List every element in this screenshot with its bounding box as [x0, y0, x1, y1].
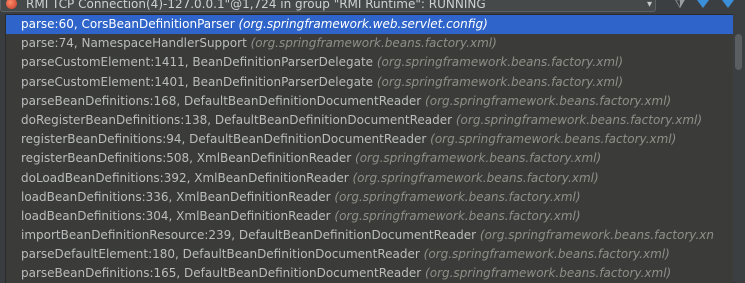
- frame-row[interactable]: doRegisterBeanDefinitions:138, DefaultBe…: [6, 111, 734, 130]
- thread-status-icon: [6, 0, 17, 9]
- frame-package: (org.springframework.beans.factory.xn: [479, 228, 714, 243]
- frame-method: parse:74, NamespaceHandlerSupport: [21, 36, 247, 51]
- frame-row[interactable]: registerBeanDefinitions:508, XmlBeanDefi…: [6, 149, 734, 168]
- frame-package: (org.springframework.beans.factory.xml): [376, 74, 624, 89]
- frame-method: registerBeanDefinitions:94, DefaultBeanD…: [21, 132, 427, 147]
- frame-method: loadBeanDefinitions:304, XmlBeanDefiniti…: [21, 208, 331, 223]
- frames-list: parse:60, CorsBeanDefinitionParser (org.…: [5, 14, 735, 283]
- frame-row[interactable]: loadBeanDefinitions:304, XmlBeanDefiniti…: [6, 207, 734, 226]
- frames-scrollbar[interactable]: [733, 14, 745, 282]
- frame-row[interactable]: parseBeanDefinitions:168, DefaultBeanDef…: [6, 92, 734, 111]
- frame-package: (org.springframework.beans.factory.xml): [455, 112, 703, 127]
- frame-package: (org.springframework.web.servlet.config): [238, 17, 488, 31]
- frame-row[interactable]: doLoadBeanDefinitions:392, XmlBeanDefini…: [6, 169, 734, 188]
- frame-package: (org.springframework.beans.factory.xml): [425, 93, 672, 108]
- thread-selector[interactable]: RMI TCP Connection(4)-127.0.0.1"@1,724 i…: [0, 0, 656, 12]
- frame-package: (org.springframework.beans.factory.xml): [334, 208, 581, 223]
- frame-package: (org.springframework.beans.factory.xml): [352, 170, 599, 185]
- frame-package: (org.springframework.beans.factory.xml): [250, 36, 497, 51]
- frame-row[interactable]: parseCustomElement:1411, BeanDefinitionP…: [6, 53, 734, 72]
- frame-method: parseDefaultElement:180, DefaultBeanDefi…: [21, 247, 420, 262]
- frame-row-selected[interactable]: parse:60, CorsBeanDefinitionParser (org.…: [6, 15, 734, 35]
- frame-row[interactable]: registerBeanDefinitions:94, DefaultBeanD…: [6, 130, 734, 149]
- frame-package: (org.springframework.beans.factory.xml): [430, 132, 677, 147]
- frame-row[interactable]: parseBeanDefinitions:165, DefaultBeanDef…: [6, 264, 734, 283]
- thread-selector-label: RMI TCP Connection(4)-127.0.0.1"@1,724 i…: [26, 0, 486, 11]
- frame-method: doRegisterBeanDefinitions:138, DefaultBe…: [21, 112, 453, 127]
- frame-method: parseBeanDefinitions:165, DefaultBeanDef…: [21, 266, 422, 281]
- frame-method: parse:60, CorsBeanDefinitionParser: [21, 17, 235, 31]
- filter-icon[interactable]: ⧩: [673, 0, 687, 11]
- frame-package: (org.springframework.beans.factory.xml): [334, 189, 581, 204]
- frame-package: (org.springframework.beans.factory.xml): [355, 151, 602, 166]
- frame-package: (org.springframework.beans.factory.xml): [423, 247, 670, 262]
- frame-method: parseCustomElement:1411, BeanDefinitionP…: [21, 55, 374, 70]
- chevron-down-icon[interactable]: ▾: [647, 0, 652, 11]
- scrollbar-thumb[interactable]: [735, 34, 742, 70]
- arrow-up-icon[interactable]: [697, 0, 709, 8]
- frame-package: (org.springframework.beans.factory.xml): [425, 266, 672, 281]
- frame-method: importBeanDefinitionResource:239, Defaul…: [21, 228, 477, 243]
- frame-row[interactable]: importBeanDefinitionResource:239, Defaul…: [6, 226, 734, 245]
- frame-row[interactable]: loadBeanDefinitions:336, XmlBeanDefiniti…: [6, 188, 734, 207]
- frame-package: (org.springframework.beans.factory.xml): [376, 55, 624, 70]
- arrow-down-icon[interactable]: [722, 0, 734, 8]
- frame-method: parseBeanDefinitions:168, DefaultBeanDef…: [21, 93, 422, 108]
- frame-method: loadBeanDefinitions:336, XmlBeanDefiniti…: [21, 189, 331, 204]
- frame-method: parseCustomElement:1401, BeanDefinitionP…: [21, 74, 374, 89]
- thread-toolbar: RMI TCP Connection(4)-127.0.0.1"@1,724 i…: [0, 0, 745, 14]
- frame-row[interactable]: parseCustomElement:1401, BeanDefinitionP…: [6, 73, 734, 92]
- frame-row[interactable]: parse:74, NamespaceHandlerSupport (org.s…: [6, 34, 734, 53]
- frame-method: registerBeanDefinitions:508, XmlBeanDefi…: [21, 151, 352, 166]
- frame-row[interactable]: parseDefaultElement:180, DefaultBeanDefi…: [6, 245, 734, 264]
- frame-method: doLoadBeanDefinitions:392, XmlBeanDefini…: [21, 170, 349, 185]
